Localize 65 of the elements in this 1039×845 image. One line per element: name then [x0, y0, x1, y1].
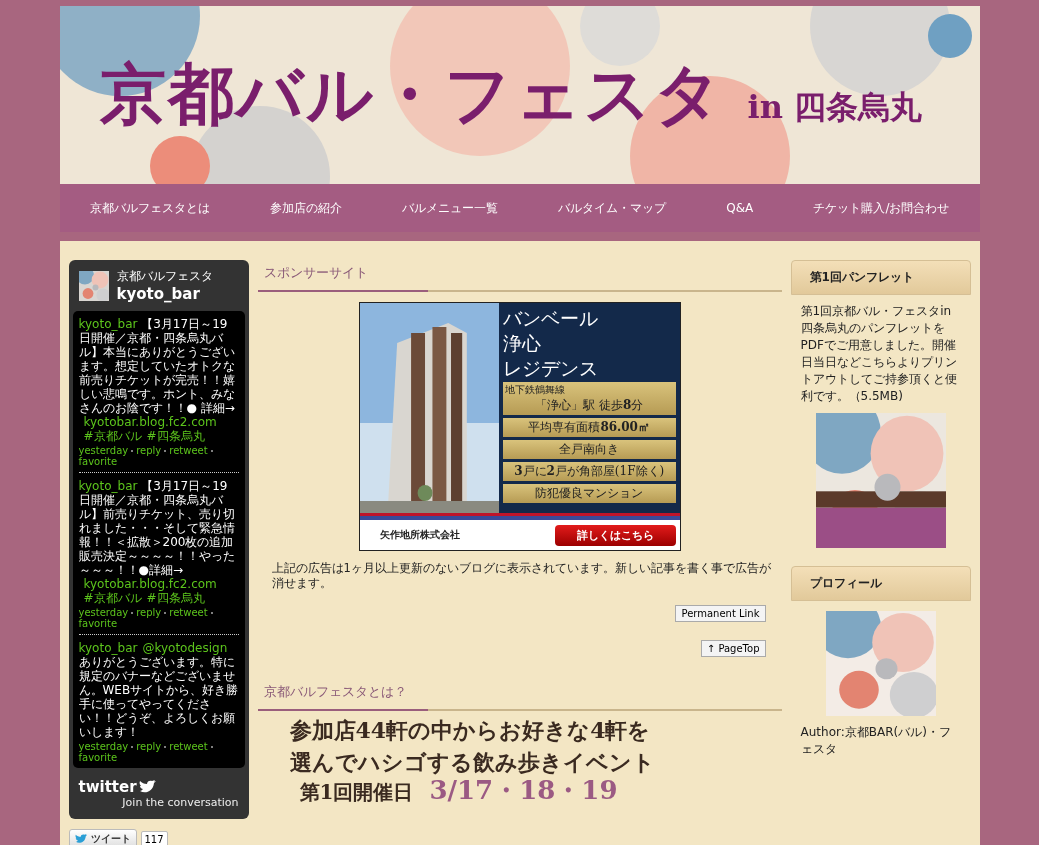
event-tagline: 選んでハシゴする飲み歩きイベント — [288, 749, 656, 775]
tweet-link[interactable]: #京都バル — [83, 591, 142, 605]
tweet-link[interactable]: #四条烏丸 — [146, 429, 205, 443]
nav-link[interactable]: バルメニュー一覧 — [401, 199, 498, 217]
tweet-link[interactable]: kyoto_bar — [78, 479, 138, 493]
display-name: 京都バルフェスタ — [116, 268, 213, 285]
ad-feature: 地下鉄鶴舞線 「浄心」駅 徒歩8分 — [502, 382, 676, 415]
permalink-button[interactable]: Permanent Link — [675, 605, 766, 622]
tweet-action-link[interactable]: retweet — [169, 445, 208, 456]
ad-feature: 3戸に2戸が角部屋(1F除く) — [502, 462, 676, 481]
ad-feature: 防犯優良マンション — [502, 484, 676, 503]
company-name: 矢作地所株式会社 — [379, 528, 460, 542]
twitter-handle[interactable]: kyoto_bar — [116, 285, 213, 303]
widget-heading: 第1回パンフレット — [790, 260, 971, 295]
section-heading: 京都バルフェスタとは？ — [257, 679, 782, 711]
tweet-action-link[interactable]: reply — [136, 445, 162, 456]
tweet-action-link[interactable]: reply — [136, 741, 162, 752]
tweet-action-link[interactable]: yesterday — [78, 607, 129, 618]
tweet-action-link[interactable]: retweet — [169, 607, 208, 618]
tweet-link[interactable]: kyotobar.blog.fc2.com — [83, 577, 217, 591]
tweet-action-link[interactable]: yesterday — [78, 741, 129, 752]
pamphlet-text: 第1回京都バル・フェスタin四条烏丸のパンフレットをPDFでご用意しました。開催日当日などこちらよりプリントアウトしてご持参頂くと便利です。（5.5MB) — [800, 303, 958, 405]
tweet-link[interactable]: #京都バル — [83, 429, 142, 443]
tweet-button[interactable]: ツイート — [68, 829, 137, 845]
nav-link[interactable]: チケット購入/お問合わせ — [813, 199, 950, 217]
tweet-link[interactable]: kyoto_bar — [78, 317, 138, 331]
twitter-logo[interactable]: twitter — [78, 778, 137, 796]
ad-notice: 上記の広告は1ヶ月以上更新のないブログに表示されています。新しい記事を書く事で広告が消せます。 — [271, 561, 772, 591]
nav-link[interactable]: 京都バルフェスタとは — [89, 199, 210, 217]
pagetop-button[interactable]: ↑ PageTop — [700, 640, 766, 657]
tweet-link[interactable]: @kyotodesign — [142, 641, 228, 655]
tweet-action-link[interactable]: favorite — [78, 456, 118, 467]
tweet-text: kyoto_bar @kyotodesign ありがとうございます。特に規定のバナーなどございません。WEBサイトから、好き勝手に使ってやってください！！どうぞ、よろしくお願いします！ — [78, 641, 239, 739]
bird-icon — [138, 780, 157, 794]
ad-title: レジデンス — [502, 357, 599, 379]
event-tagline: 参加店44軒の中からお好きな4軒を — [288, 717, 652, 743]
tweet-action-link[interactable]: yesterday — [78, 445, 129, 456]
ad-title: 浄心 — [502, 332, 542, 354]
event-dates: 3/17・18・19 — [429, 775, 618, 805]
nav-link[interactable]: 参加店の紹介 — [269, 199, 342, 217]
nav-link[interactable]: Q&A — [726, 201, 754, 215]
tweet-link[interactable]: kyotobar.blog.fc2.com — [83, 415, 217, 429]
tweet-text: kyoto_bar 【3月17日～19日開催／京都・四条烏丸バル】前売りチケット、売り切れました・・・そして緊急情報！！＜拡散＞200枚の追加販売決定～～～～！！やった～～～！！●詳細→ kyotobar.blog.fc2.com #京都バル #四条烏丸 — [78, 479, 236, 605]
author-text: Author:京都BAR(バル)・フェスタ — [800, 724, 952, 758]
date-label: 第1回開催日 — [299, 779, 414, 806]
site-subtitle: in 四条烏丸 — [747, 87, 923, 128]
section-heading: スポンサーサイト — [257, 260, 782, 292]
join-link[interactable]: Join the conversation — [122, 796, 239, 809]
tweet-action-link[interactable]: favorite — [78, 618, 118, 629]
tweet-action-link[interactable]: favorite — [78, 752, 118, 763]
widget-heading: プロフィール — [790, 566, 971, 601]
tweet-action-link[interactable]: reply — [136, 607, 162, 618]
tweet-text: kyoto_bar 【3月17日～19日開催／京都・四条烏丸バル】本当にありがとうございます。想定していたオトクな前売りチケットが完売！！嬉しい悲鳴です。ホント、みなさんのお陰です！！● 詳細→ kyotobar.blog.fc2.com #京都バル #四条烏丸 — [78, 317, 236, 443]
nav-link[interactable]: バルタイム・マップ — [558, 199, 667, 217]
tweet-link[interactable]: kyoto_bar — [78, 641, 138, 655]
ad-banner[interactable]: バンベール 浄心 レジデンス 地下鉄鶴舞線 「浄心」駅 徒歩8分 平均専有面積86.00㎡ 全戸南向き 3戸に2戸が角部屋(1F除く) 防犯優良マンション 矢作地所株式会社 詳しくはこちら — [358, 302, 681, 551]
tweet-count: 117 — [140, 830, 168, 845]
bird-icon — [74, 834, 88, 844]
ad-cta-button[interactable]: 詳しくはこちら — [554, 524, 676, 546]
tweet-action-link[interactable]: retweet — [169, 741, 208, 752]
ad-feature: 全戸南向き — [502, 440, 676, 459]
tweet-link[interactable]: #四条烏丸 — [146, 591, 205, 605]
ad-feature: 平均専有面積86.00㎡ — [502, 418, 676, 437]
ad-title: バンベール — [502, 307, 599, 329]
site-title: 京都バル・フェスタ — [99, 54, 724, 135]
